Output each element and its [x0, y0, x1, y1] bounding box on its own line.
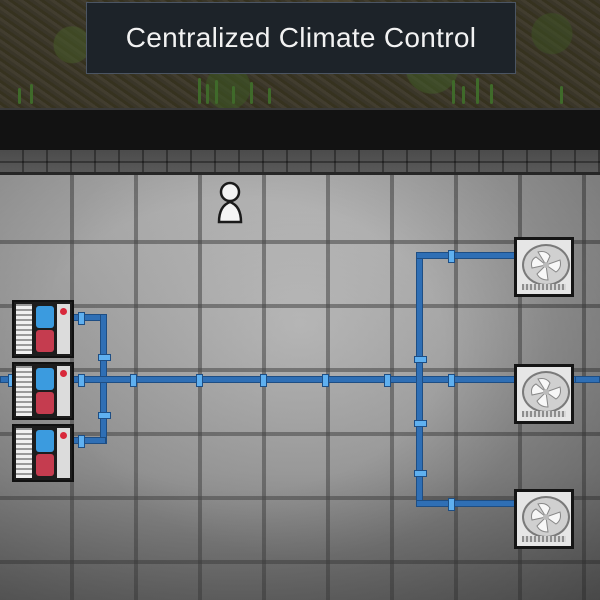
- ac-unit[interactable]: [514, 489, 574, 549]
- ac-unit[interactable]: [514, 364, 574, 424]
- cooler-grille: [16, 304, 32, 354]
- pipe-joint: [98, 354, 111, 361]
- pipe-joint: [414, 420, 427, 427]
- pipe-joint: [78, 374, 85, 387]
- brick-wall-trim: [0, 150, 600, 174]
- status-led-icon: [60, 370, 67, 377]
- pipe-joint: [448, 250, 455, 263]
- floor-shading: [0, 175, 600, 600]
- pipe-joint: [130, 374, 137, 387]
- pipe-joint: [448, 498, 455, 511]
- pipe-joint: [98, 412, 111, 419]
- pawn-icon[interactable]: [213, 180, 247, 226]
- cooler-machine[interactable]: [12, 424, 74, 482]
- title-banner: Centralized Climate Control: [86, 2, 516, 74]
- ac-vent: [522, 536, 566, 542]
- coolant-tank-cold: [36, 430, 54, 452]
- pipe-main: [0, 376, 600, 383]
- status-led-icon: [60, 308, 67, 315]
- pipe-joint: [260, 374, 267, 387]
- pipe-segment: [575, 376, 600, 383]
- pipe-joint: [78, 435, 85, 448]
- pipe-segment: [416, 252, 423, 507]
- pipe-joint: [196, 374, 203, 387]
- coolant-tank-hot: [36, 330, 54, 352]
- game-scene: Centralized Climate Control: [0, 0, 600, 600]
- coolant-tank-hot: [36, 454, 54, 476]
- wall: [0, 108, 600, 152]
- banner-title: Centralized Climate Control: [125, 22, 477, 53]
- pipe-joint: [414, 470, 427, 477]
- pipe-joint: [78, 312, 85, 325]
- pipe-segment: [416, 500, 516, 507]
- pipe-segment: [70, 437, 106, 444]
- pipe-joint: [414, 356, 427, 363]
- coolant-tank-hot: [36, 392, 54, 414]
- ac-unit[interactable]: [514, 237, 574, 297]
- coolant-tank-cold: [36, 306, 54, 328]
- cooler-machine[interactable]: [12, 300, 74, 358]
- cooler-machine[interactable]: [12, 362, 74, 420]
- pipe-joint: [322, 374, 329, 387]
- fan-icon: [522, 371, 570, 413]
- pipe-joint: [384, 374, 391, 387]
- ac-vent: [522, 284, 566, 290]
- ac-vent: [522, 411, 566, 417]
- pipe-segment: [416, 252, 516, 259]
- cooler-grille: [16, 366, 32, 416]
- cooler-grille: [16, 428, 32, 478]
- fan-icon: [522, 244, 570, 286]
- coolant-tank-cold: [36, 368, 54, 390]
- status-led-icon: [60, 432, 67, 439]
- fan-icon: [522, 496, 570, 538]
- pipe-joint: [448, 374, 455, 387]
